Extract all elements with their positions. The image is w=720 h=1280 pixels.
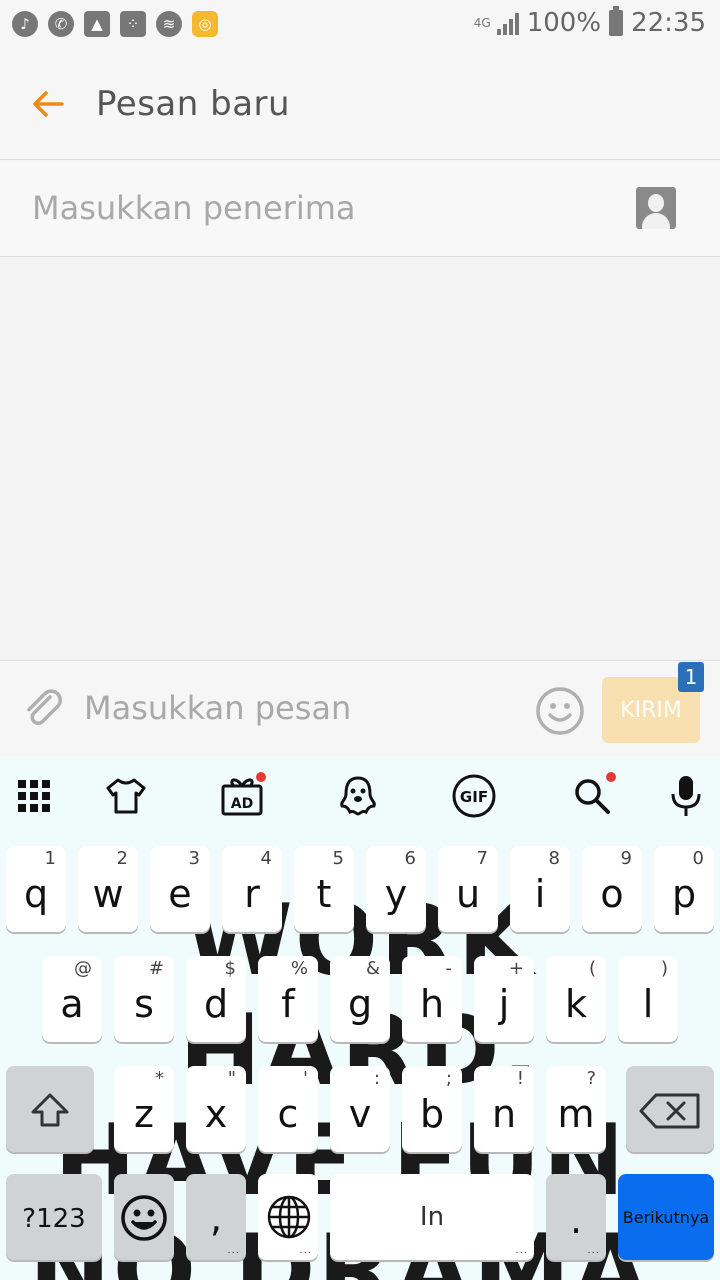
key-o[interactable]: 9o (582, 846, 642, 932)
key-k[interactable]: (k (546, 956, 606, 1042)
globe-icon (267, 1195, 311, 1239)
key-y[interactable]: 6y (366, 846, 426, 932)
key-n[interactable]: ! n (474, 1066, 534, 1152)
key-c[interactable]: ' c (258, 1066, 318, 1152)
search-icon[interactable] (570, 772, 616, 818)
battery-percent: 100% (526, 8, 602, 38)
status-bar: ♪ ✆ ▲ ⁘ ≋ ◎ 4G 100% 22:35 (0, 0, 720, 52)
back-arrow-icon[interactable] (28, 84, 68, 124)
app-icon: ◎ (192, 11, 218, 37)
image-icon: ▲ (84, 11, 110, 37)
page-title: Pesan baru (96, 84, 291, 124)
key-g[interactable]: & g (330, 956, 390, 1042)
emoji-key[interactable] (114, 1174, 174, 1260)
conversation-area (0, 258, 720, 660)
key-l[interactable]: ) l (618, 956, 678, 1042)
notification-icons: ♪ ✆ ▲ ⁘ ≋ ◎ (12, 11, 218, 37)
recipient-placeholder: Masukkan penerima (32, 189, 356, 227)
sim-badge: 1 (678, 662, 704, 692)
keyboard: WORK HARD. HAVE FUN. NO DRAMA. AD (0, 756, 720, 1280)
key-e[interactable]: 3e (150, 846, 210, 932)
key-b[interactable]: ; b (402, 1066, 462, 1152)
shift-key[interactable] (6, 1066, 94, 1152)
app-bar: Pesan baru (0, 52, 720, 160)
compose-bar: Masukkan pesan KIRIM (0, 660, 720, 756)
ghost-icon[interactable] (336, 774, 380, 818)
svg-text:GIF: GIF (460, 788, 488, 806)
recipient-field[interactable]: Masukkan penerima (0, 161, 720, 257)
battery-icon (609, 6, 624, 36)
key-t[interactable]: 5t (294, 846, 354, 932)
backspace-key[interactable] (626, 1066, 714, 1152)
network-type: 4G (473, 16, 491, 30)
emoji-key-icon (121, 1195, 167, 1241)
key-r[interactable]: 4r (222, 846, 282, 932)
whatsapp-icon: ✆ (48, 11, 74, 37)
contact-picker-icon[interactable] (636, 187, 676, 229)
svg-text:AD: AD (231, 796, 253, 812)
key-w[interactable]: 2w (78, 846, 138, 932)
next-button[interactable]: Berikutnya (618, 1174, 714, 1260)
space-key[interactable]: In... (330, 1174, 534, 1260)
apps-grid-icon[interactable] (12, 774, 56, 818)
comma-key[interactable]: ,... (186, 1174, 246, 1260)
key-s[interactable]: # s (114, 956, 174, 1042)
gif-icon[interactable]: GIF (452, 774, 496, 818)
music-icon: ♪ (12, 11, 38, 37)
attachment-icon[interactable] (20, 685, 68, 733)
key-i[interactable]: 8i (510, 846, 570, 932)
symbols-key[interactable]: ?123 (6, 1174, 102, 1260)
clock: 22:35 (631, 8, 706, 38)
wifi-icon: ≋ (156, 11, 182, 37)
theme-icon[interactable] (104, 774, 148, 818)
key-z[interactable]: * z (114, 1066, 174, 1152)
keyboard-toolbar: AD GIF (0, 756, 720, 836)
signal-icon (496, 11, 519, 35)
key-f[interactable]: % f (258, 956, 318, 1042)
emoji-icon[interactable] (534, 685, 586, 737)
key-v[interactable]: :v (330, 1066, 390, 1152)
shift-icon (31, 1093, 69, 1127)
key-j[interactable]: + j (474, 956, 534, 1042)
backspace-icon (639, 1093, 700, 1129)
message-input[interactable]: Masukkan pesan (84, 689, 351, 727)
key-d[interactable]: $ d (186, 956, 246, 1042)
key-x[interactable]: " x (186, 1066, 246, 1152)
period-key[interactable]: .... (546, 1174, 606, 1260)
key-u[interactable]: 7u (438, 846, 498, 932)
ad-gift-icon[interactable]: AD (220, 772, 266, 818)
key-m[interactable]: ? m (546, 1066, 606, 1152)
key-p[interactable]: 0p (654, 846, 714, 932)
bbm-icon: ⁘ (120, 11, 146, 37)
language-key[interactable]: ... (258, 1174, 318, 1260)
key-a[interactable]: @ a (42, 956, 102, 1042)
mic-icon[interactable] (664, 774, 708, 818)
key-q[interactable]: 1q (6, 846, 66, 932)
key-h[interactable]: -h (402, 956, 462, 1042)
